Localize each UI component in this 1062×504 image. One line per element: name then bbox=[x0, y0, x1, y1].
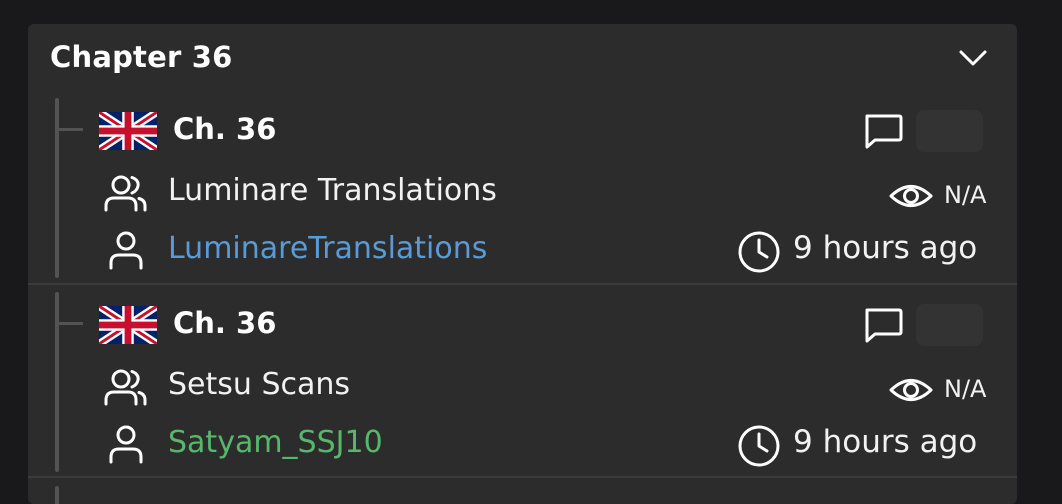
tree-line-vertical bbox=[55, 486, 59, 504]
user-icon bbox=[109, 425, 143, 464]
tree-line-horizontal bbox=[59, 322, 83, 325]
tree-line-horizontal bbox=[59, 128, 83, 131]
chapter-label[interactable]: Ch. 36 bbox=[173, 112, 276, 146]
uploader-link[interactable]: Satyam_SSJ10 bbox=[168, 425, 383, 460]
scanlation-group-link[interactable]: Setsu Scans bbox=[168, 367, 350, 402]
read-marker-button[interactable] bbox=[916, 110, 983, 152]
chapter-card: Chapter 36 Ch. 36 Luminare Translations bbox=[28, 24, 1017, 504]
chapter-entry[interactable]: Ch. 36 Setsu Scans N/A Satyam_SSJ10 9 ho… bbox=[28, 286, 1017, 478]
user-icon bbox=[109, 231, 143, 270]
group-icon bbox=[104, 369, 147, 406]
chapter-title: Chapter 36 bbox=[50, 40, 233, 74]
read-marker-button[interactable] bbox=[916, 304, 983, 346]
comments-button[interactable] bbox=[861, 110, 905, 152]
tree-line-vertical bbox=[55, 292, 59, 472]
chapter-entry[interactable]: Ch. 36 Luminare Translations N/A Luminar… bbox=[28, 92, 1017, 284]
uk-flag-icon bbox=[99, 306, 157, 344]
view-count: N/A bbox=[944, 375, 987, 403]
uploader-link[interactable]: LuminareTranslations bbox=[168, 231, 487, 266]
comment-icon bbox=[865, 308, 903, 343]
clock-icon bbox=[738, 231, 780, 273]
chapter-label[interactable]: Ch. 36 bbox=[173, 306, 276, 340]
scanlation-group-link[interactable]: Luminare Translations bbox=[168, 173, 497, 208]
eye-icon bbox=[889, 185, 933, 207]
chevron-up-icon bbox=[959, 50, 987, 66]
comments-button[interactable] bbox=[861, 304, 905, 346]
comment-icon bbox=[865, 114, 903, 149]
collapse-button[interactable] bbox=[955, 42, 991, 72]
entry-divider bbox=[28, 476, 1017, 478]
uk-flag-icon bbox=[99, 112, 157, 150]
view-count: N/A bbox=[944, 181, 987, 209]
eye-icon bbox=[889, 379, 933, 401]
tree-line-vertical bbox=[55, 98, 59, 278]
group-icon bbox=[104, 175, 147, 212]
upload-time: 9 hours ago bbox=[793, 230, 978, 266]
entry-divider bbox=[28, 283, 1017, 285]
chapter-header[interactable]: Chapter 36 bbox=[28, 24, 1017, 92]
upload-time: 9 hours ago bbox=[793, 424, 978, 460]
clock-icon bbox=[738, 425, 780, 467]
